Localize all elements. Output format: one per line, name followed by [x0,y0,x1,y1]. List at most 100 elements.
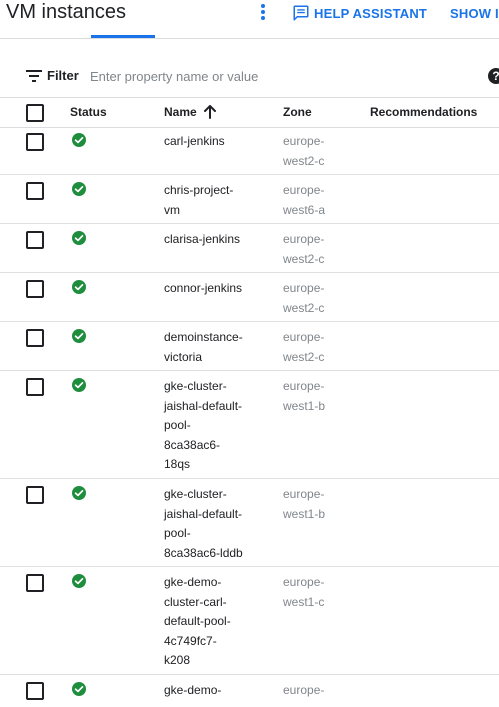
zone-line: west2-c [283,300,325,315]
instance-name-link[interactable]: chris-project-vm [164,181,264,220]
status-running-icon [72,574,86,588]
table-row[interactable]: chris-project-vm europe-west6-a [0,175,499,224]
column-header-recommendations[interactable]: Recommendations [370,105,477,119]
instance-name-line: victoria [164,349,203,364]
status-running-icon [72,133,86,147]
zone-line: west1-c [283,594,325,609]
instance-name-line: carl-jenkins [164,134,225,148]
filter-list-icon [26,70,42,82]
zone-cell: europe-west2-c [283,132,353,171]
zone-line: west2-c [283,251,325,266]
zone-line: west6-a [283,202,326,217]
page-header: VM instances HELP ASSISTANT SHOW IN [0,0,499,39]
instance-name-line: k208 [164,653,191,667]
show-info-panel-label: SHOW IN [450,5,499,21]
zone-cell: europe-west1-b [283,485,353,524]
instance-name-line: gke-cluster- [164,487,227,501]
instance-name-link[interactable]: gke-demo- [164,681,264,701]
page-title: VM instances [6,1,127,23]
zone-line: europe- [283,134,325,148]
help-circle-icon[interactable]: ? [488,68,499,84]
instance-name-link[interactable]: demoinstance-victoria [164,328,264,367]
table-header: Status Name Zone Recommendations [0,97,499,128]
instance-name-line: 8ca38ac6-lddb [164,545,243,560]
zone-line: west1-b [283,506,326,521]
instance-name-line: vm [164,202,180,217]
active-tab-indicator [91,35,155,38]
row-checkbox[interactable] [26,378,44,396]
zone-cell: europe-west1-c [283,573,353,612]
instance-name-line: jaishal-default- [164,506,243,521]
table-row[interactable]: gke-demo-cluster-carl-default-pool- 4c749… [0,567,499,675]
table-row[interactable]: carl-jenkins europe-west2-c [0,126,499,175]
instance-name-line: default-pool- [164,614,231,628]
zone-line: europe- [283,683,325,697]
instance-name-line: connor-jenkins [164,281,243,295]
instance-name-line: gke-cluster- [164,379,227,393]
row-checkbox[interactable] [26,486,44,504]
zone-cell: europe-west2-c [283,279,353,318]
row-checkbox[interactable] [26,231,44,249]
select-all-checkbox[interactable] [26,104,44,122]
table-row[interactable]: connor-jenkins europe-west2-c [0,273,499,322]
row-checkbox[interactable] [26,574,44,592]
instance-name-link[interactable]: gke-cluster-jaishal-default-pool- 8ca38ac… [164,377,264,475]
chat-icon [293,5,309,21]
status-running-icon [72,682,86,696]
show-info-panel-button[interactable]: SHOW IN [450,3,499,23]
more-vert-icon[interactable] [253,2,273,22]
zone-line: europe- [283,183,325,197]
status-running-icon [72,329,86,343]
table-row[interactable]: gke-cluster-jaishal-default-pool- 8ca38ac… [0,371,499,479]
vm-instances-page: VM instances HELP ASSISTANT SHOW IN Filt… [0,0,499,707]
table-row[interactable]: clarisa-jenkins europe-west2-c [0,224,499,273]
filter-input[interactable] [90,64,470,88]
instance-name-line: 8ca38ac6- [164,437,221,452]
zone-line: europe- [283,330,325,344]
zone-line: europe- [283,487,325,501]
row-checkbox[interactable] [26,182,44,200]
zone-line: europe- [283,379,325,393]
instance-name-line: clarisa-jenkins [164,232,241,246]
help-assistant-button[interactable]: HELP ASSISTANT [292,3,427,23]
column-header-name[interactable]: Name [164,105,217,119]
instance-name-link[interactable]: clarisa-jenkins [164,230,264,250]
zone-cell: europe-west1-b [283,377,353,416]
instance-name-line: gke-demo- [164,683,222,697]
table-row[interactable]: gke-demo-europe- [0,675,499,707]
zone-line: west2-c [283,349,325,364]
instance-name-link[interactable]: carl-jenkins [164,132,264,152]
status-running-icon [72,182,86,196]
instance-name-link[interactable]: gke-cluster-jaishal-default-pool- 8ca38ac… [164,485,264,563]
table-row[interactable]: gke-cluster-jaishal-default-pool- 8ca38ac… [0,479,499,567]
zone-cell: europe-west6-a [283,181,353,220]
zone-line: europe- [283,232,325,246]
instance-name-line: chris-project- [164,183,234,197]
column-header-zone[interactable]: Zone [283,105,312,119]
zone-cell: europe-west2-c [283,328,353,367]
filter-bar: Filter ? [0,60,499,92]
status-running-icon [72,280,86,294]
arrow-upward-icon[interactable] [203,105,217,119]
table-body: carl-jenkins europe-west2-c chris-project-… [0,126,499,707]
table-row[interactable]: demoinstance-victoria europe-west2-c [0,322,499,371]
instance-name-line: jaishal-default- [164,398,243,413]
row-checkbox[interactable] [26,682,44,700]
zone-line: west1-b [283,398,326,413]
row-checkbox[interactable] [26,280,44,298]
row-checkbox[interactable] [26,133,44,151]
help-assistant-label: HELP ASSISTANT [314,5,428,21]
row-checkbox[interactable] [26,329,44,347]
filter-label: Filter [47,68,79,83]
status-running-icon [72,231,86,245]
column-header-status[interactable]: Status [70,105,107,119]
instance-name-link[interactable]: gke-demo-cluster-carl-default-pool- 4c749… [164,573,264,671]
instance-name-link[interactable]: connor-jenkins [164,279,264,299]
instance-name-line: 18qs [164,457,191,471]
zone-line: west2-c [283,153,325,168]
status-running-icon [72,378,86,392]
instance-name-line: demoinstance- [164,330,243,344]
instance-name-line: pool- [164,418,191,432]
instance-name-line: pool- [164,526,191,540]
zone-line: europe- [283,281,325,295]
